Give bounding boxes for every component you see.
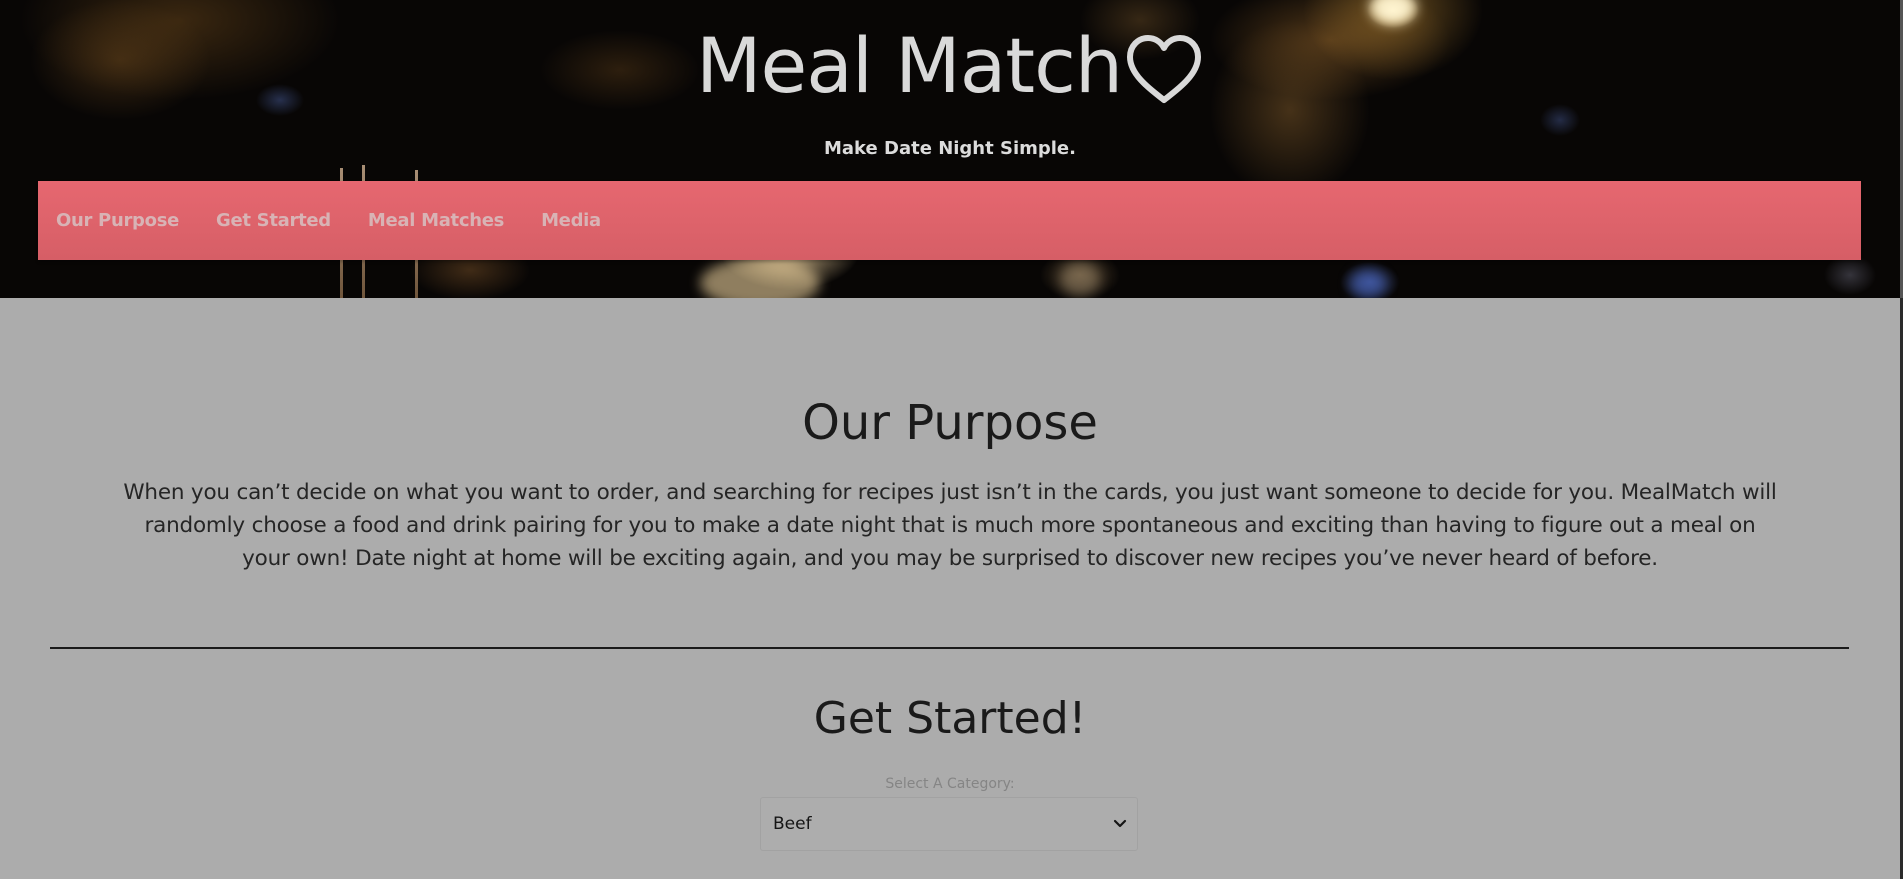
category-select-value: Beef xyxy=(773,814,812,834)
site-title: Meal Match xyxy=(0,18,1900,114)
bokeh-light xyxy=(1350,270,1386,298)
nav-list: Our Purpose Get Started Meal Matches Med… xyxy=(38,181,1861,260)
bokeh-light xyxy=(700,258,820,298)
nav-link-get-started[interactable]: Get Started xyxy=(216,210,331,231)
tagline: Make Date Night Simple. xyxy=(824,138,1076,159)
nav-link-meal-matches[interactable]: Meal Matches xyxy=(368,210,504,231)
nav-link-media[interactable]: Media xyxy=(541,210,601,231)
category-select-label: Select A Category: xyxy=(885,776,1015,792)
nav-link-our-purpose[interactable]: Our Purpose xyxy=(56,210,179,231)
bokeh-light xyxy=(1060,262,1100,296)
heart-icon xyxy=(1127,35,1202,103)
get-started-heading: Get Started! xyxy=(813,693,1087,744)
hero-header: Meal Match Make Date Night Simple. Our P… xyxy=(0,0,1900,298)
main-content: Our Purpose When you can’t decide on wha… xyxy=(0,298,1903,879)
purpose-heading: Our Purpose xyxy=(802,395,1098,451)
section-divider xyxy=(50,647,1849,649)
site-title-text: Meal Match xyxy=(695,21,1123,110)
purpose-description: When you can’t decide on what you want t… xyxy=(123,480,1777,571)
category-select[interactable]: Beef xyxy=(760,797,1138,851)
chevron-down-icon xyxy=(1113,819,1127,828)
main-navbar: Our Purpose Get Started Meal Matches Med… xyxy=(38,181,1861,260)
page: Meal Match Make Date Night Simple. Our P… xyxy=(0,0,1903,879)
